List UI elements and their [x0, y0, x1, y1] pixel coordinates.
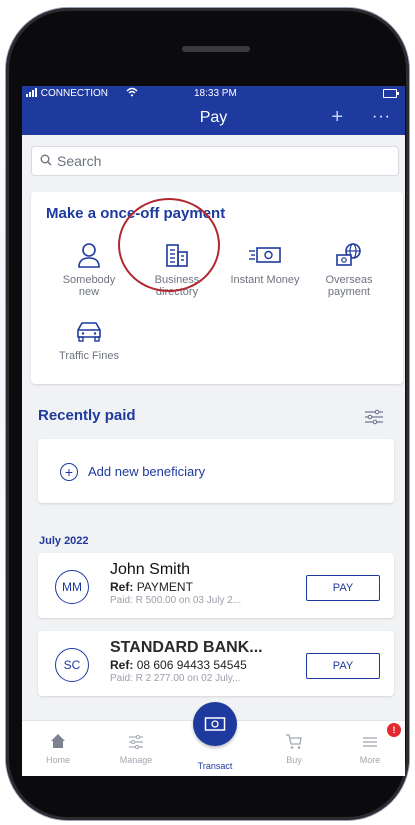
nav-item-buy[interactable]: Buy: [264, 731, 324, 765]
home-icon: [51, 734, 65, 748]
wifi-icon: [126, 87, 138, 100]
notification-badge: !: [387, 723, 401, 737]
globe-cash-icon: [336, 243, 361, 266]
filter-icon[interactable]: [364, 409, 384, 425]
reference-label: Ref:: [110, 580, 134, 594]
option-label-line1: Instant Money: [230, 274, 300, 286]
transact-button[interactable]: [193, 702, 237, 746]
add-beneficiary-card[interactable]: + Add new beneficiary: [38, 439, 394, 503]
nav-label: Transact: [197, 761, 233, 771]
nav-label: Home: [45, 755, 70, 765]
option-label-line1: Traffic Fines: [59, 350, 119, 362]
avatar: SC: [55, 648, 89, 682]
search-icon: [40, 154, 52, 166]
recent-payment-row[interactable]: SC STANDARD BANK... Ref: 08 606 94433 54…: [38, 631, 394, 696]
highlight-annotation-circle: [118, 198, 220, 292]
reference-label: Ref:: [110, 658, 134, 672]
car-icon: [77, 322, 101, 342]
last-paid-info: Paid: R 2 277.00 on 02 July...: [110, 673, 241, 684]
recently-paid-title: Recently paid: [38, 407, 136, 424]
more-options-button[interactable]: ···: [372, 108, 391, 126]
carrier: CONNECTION: [26, 88, 108, 100]
option-label-line2: payment: [327, 286, 371, 298]
reference: Ref: PAYMENT: [110, 580, 193, 594]
status-time: 18:33 PM: [194, 88, 237, 99]
reference-value: 08 606 94433 54545: [136, 658, 247, 672]
pay-button[interactable]: PAY: [306, 575, 380, 601]
add-button[interactable]: +: [331, 106, 343, 129]
speaker-grille: [182, 46, 250, 52]
nav-label: Manage: [119, 755, 153, 765]
nav-item-manage[interactable]: Manage: [106, 731, 166, 765]
option-label-line1: Somebody: [62, 274, 116, 286]
status-bar: CONNECTION 18:33 PM: [22, 86, 405, 102]
page-title: Pay: [199, 109, 228, 126]
person-icon: [78, 243, 100, 268]
once-off-payment-card: Make a once-off payment Somebody new Bus…: [31, 192, 403, 384]
month-label: July 2022: [39, 535, 89, 547]
phone-frame: CONNECTION 18:33 PM Pay + ··· Search Mak…: [6, 8, 409, 820]
option-traffic-fines[interactable]: Traffic Fines: [47, 318, 131, 362]
option-instant-money[interactable]: Instant Money: [223, 242, 307, 286]
last-paid-info: Paid: R 500.00 on 03 July 2...: [110, 595, 242, 606]
beneficiary-name: John Smith: [110, 561, 191, 578]
app-header: Pay + ···: [22, 102, 405, 135]
stage: CONNECTION 18:33 PM Pay + ··· Search Mak…: [0, 0, 415, 825]
recent-payment-row[interactable]: MM John Smith Ref: PAYMENT Paid: R 500.0…: [38, 553, 394, 618]
avatar: MM: [55, 570, 89, 604]
add-circle-icon: +: [60, 463, 78, 481]
screen: CONNECTION 18:33 PM Pay + ··· Search Mak…: [22, 86, 405, 776]
option-overseas-payment[interactable]: Overseas payment: [307, 242, 391, 298]
nav-item-home[interactable]: Home: [28, 731, 88, 765]
nav-item-transact[interactable]: Transact: [185, 761, 245, 771]
nav-label: More: [359, 755, 381, 765]
reference-value: PAYMENT: [136, 580, 193, 594]
sliders-icon: [129, 734, 143, 750]
beneficiary-name: STANDARD BANK...: [110, 639, 263, 656]
search-placeholder: Search: [57, 153, 102, 169]
menu-icon: [363, 737, 377, 747]
cart-icon: [286, 734, 302, 749]
cash-icon: [249, 247, 281, 263]
add-beneficiary-label: Add new beneficiary: [88, 464, 206, 479]
signal-icon: [26, 88, 38, 100]
nav-label: Buy: [286, 755, 302, 765]
carrier-label: CONNECTION: [40, 88, 109, 99]
option-label-line1: Overseas: [325, 274, 373, 286]
reference: Ref: 08 606 94433 54545: [110, 658, 247, 672]
option-label-line2: new: [78, 286, 100, 298]
battery-icon: [383, 89, 399, 98]
pay-button[interactable]: PAY: [306, 653, 380, 679]
cash-icon: [204, 717, 226, 731]
search-input[interactable]: Search: [31, 146, 399, 176]
